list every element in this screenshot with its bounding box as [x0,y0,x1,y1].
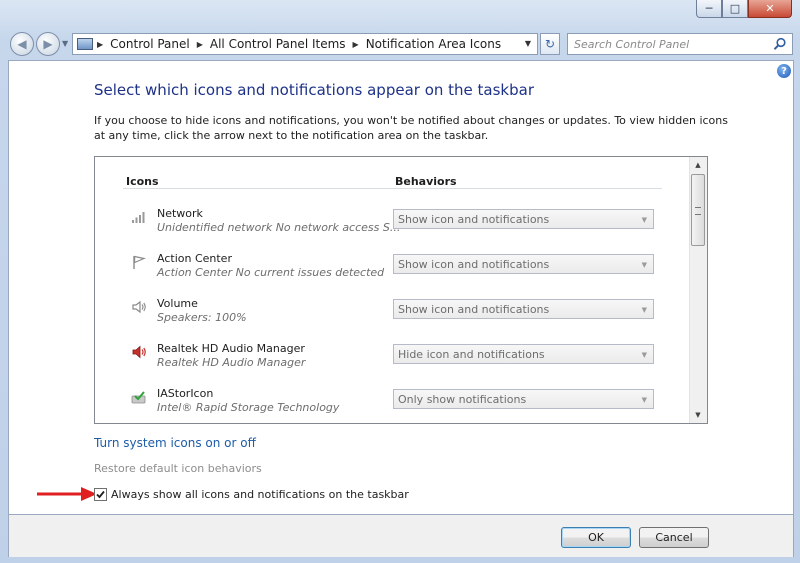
list-item: IAStorIcon Intel® Rapid Storage Technolo… [95,381,690,423]
behavior-select[interactable]: Show icon and notifications ▼ [393,299,654,319]
scroll-thumb[interactable] [691,174,705,246]
breadcrumb-notification-area[interactable]: Notification Area Icons [366,37,501,51]
chevron-down-icon: ▼ [641,306,647,314]
close-icon: ✕ [765,2,775,15]
chevron-down-icon: ▼ [641,396,647,404]
list-item: Realtek HD Audio Manager Realtek HD Audi… [95,336,690,381]
breadcrumb-all-items[interactable]: All Control Panel Items [210,37,346,51]
behavior-value: Only show notifications [398,392,527,406]
maximize-button[interactable]: □ [722,0,748,18]
scroll-down-icon[interactable]: ▼ [690,407,706,423]
refresh-button[interactable]: ↻ [540,33,560,55]
breadcrumb-arrow-icon[interactable]: ▶ [353,40,359,49]
always-show-label[interactable]: Always show all icons and notifications … [111,488,409,501]
item-subtitle: Speakers: 100% [157,311,247,324]
forward-arrow-icon: ▶ [43,37,53,51]
breadcrumb-arrow-icon[interactable]: ▶ [97,40,103,49]
close-button[interactable]: ✕ [748,0,792,18]
computer-icon [77,38,93,50]
checkmark-icon [96,490,105,499]
behavior-select[interactable]: Show icon and notifications ▼ [393,209,654,229]
search-icon[interactable] [773,37,787,51]
header-divider [123,188,662,189]
item-subtitle: Intel® Rapid Storage Technology [157,401,340,414]
scroll-up-icon[interactable]: ▲ [690,157,706,173]
cancel-button[interactable]: Cancel [639,527,709,548]
back-arrow-icon: ◀ [17,37,27,51]
red-speaker-icon [132,345,146,359]
behavior-select[interactable]: Hide icon and notifications ▼ [393,344,654,364]
refresh-icon: ↻ [544,37,556,51]
always-show-checkbox[interactable] [94,488,107,501]
ok-button[interactable]: OK [561,527,631,548]
forward-button[interactable]: ▶ [36,32,60,56]
search-box[interactable] [567,33,793,55]
list-item: Action Center Action Center No current i… [95,246,690,291]
item-subtitle: Realtek HD Audio Manager [157,356,306,369]
item-name: Action Center [157,252,232,265]
chevron-down-icon: ▼ [641,216,647,224]
list-item: Volume Speakers: 100% Show icon and noti… [95,291,690,336]
icons-list-panel: Icons Behaviors Network Unidentified net… [94,156,708,424]
help-icon: ? [781,65,787,77]
breadcrumb: ▶ Control Panel ▶ All Control Panel Item… [97,37,501,51]
back-button[interactable]: ◀ [10,32,34,56]
speaker-icon [132,300,146,314]
column-header-icons: Icons [126,175,159,188]
restore-defaults-link: Restore default icon behaviors [94,462,262,475]
search-input[interactable] [574,37,764,51]
dialog-footer: OK Cancel [8,515,794,557]
storage-check-icon [131,391,146,404]
item-subtitle: Action Center No current issues detected [157,266,385,279]
grip-icon [695,207,701,215]
behavior-value: Show icon and notifications [398,257,550,271]
maximize-icon: □ [729,2,741,15]
navigation-bar: ◀ ▶ ▼ ▶ Control Panel ▶ All Control Pane… [0,30,800,58]
breadcrumb-control-panel[interactable]: Control Panel [110,37,190,51]
page-title: Select which icons and notifications app… [94,81,534,99]
item-name: Network [157,207,203,220]
recent-pages-dropdown[interactable]: ▼ [62,39,68,48]
item-name: IAStorIcon [157,387,214,400]
turn-system-icons-link[interactable]: Turn system icons on or off [94,436,256,450]
column-header-behaviors: Behaviors [395,175,457,188]
behavior-select[interactable]: Show icon and notifications ▼ [393,254,654,274]
vertical-scrollbar[interactable]: ▲ ▼ [689,157,707,423]
chevron-down-icon: ▼ [641,261,647,269]
item-name: Volume [157,297,198,310]
page-description: If you choose to hide icons and notifica… [94,114,728,142]
chevron-down-icon: ▼ [62,39,69,48]
content-pane: ? Select which icons and notifications a… [8,60,794,515]
behavior-value: Show icon and notifications [398,302,550,316]
address-bar[interactable]: ▶ Control Panel ▶ All Control Panel Item… [72,33,538,55]
always-show-row: Always show all icons and notifications … [94,488,409,501]
item-name: Realtek HD Audio Manager [157,342,305,355]
annotation-arrow-icon [37,487,97,501]
network-icon [132,212,145,223]
flag-icon [133,255,146,269]
minimize-icon: ─ [705,2,713,15]
behavior-select[interactable]: Only show notifications ▼ [393,389,654,409]
breadcrumb-arrow-icon[interactable]: ▶ [197,40,203,49]
behavior-value: Show icon and notifications [398,212,550,226]
help-button[interactable]: ? [777,64,791,78]
caption-buttons: ─ □ ✕ [696,0,792,18]
item-subtitle: Unidentified network No network access S… [157,221,401,234]
minimize-button[interactable]: ─ [696,0,722,18]
chevron-down-icon: ▼ [641,351,647,359]
address-dropdown-icon[interactable]: ▼ [525,39,531,48]
list-item: Network Unidentified network No network … [95,201,690,246]
behavior-value: Hide icon and notifications [398,347,545,361]
